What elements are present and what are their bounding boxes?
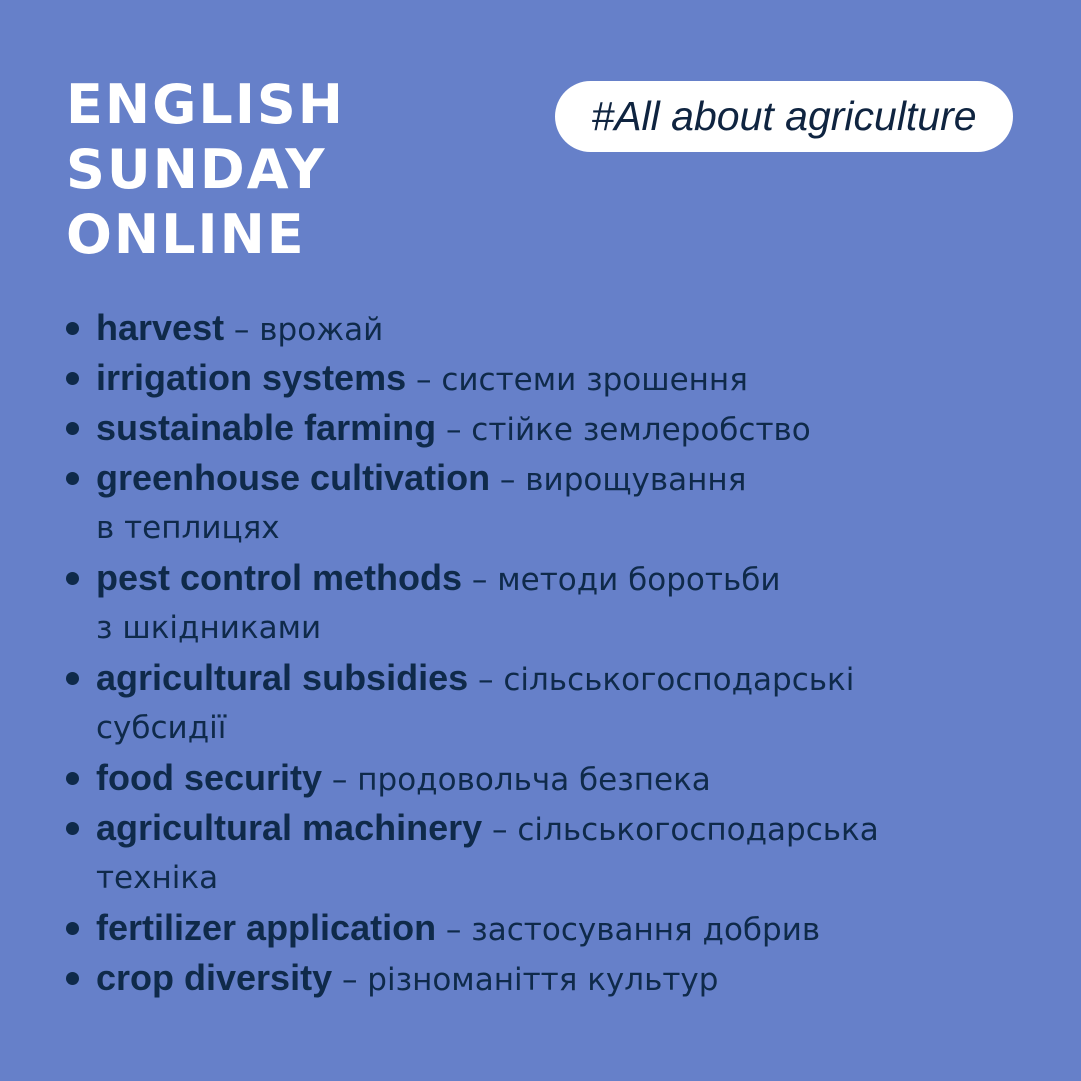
- term-english: irrigation systems: [96, 357, 407, 398]
- term-line: harvest – врожай: [96, 303, 879, 353]
- bullet-icon: [66, 972, 79, 985]
- term-line: pest control methods – методи боротьби: [96, 553, 879, 603]
- term-line: crop diversity – різноманіття культур: [96, 953, 879, 1003]
- term-translation: – продовольча безпека: [322, 762, 711, 798]
- list-item: sustainable farming – стійке землеробств…: [66, 403, 879, 453]
- card-background: English Sunday Online #All about agricul…: [0, 0, 1081, 1081]
- term-translation-continued: в теплицях: [96, 510, 280, 546]
- term-english: agricultural machinery: [96, 807, 483, 848]
- bullet-icon: [66, 572, 79, 585]
- list-item: fertilizer application – застосування до…: [66, 903, 879, 953]
- term-translation-continued: техніка: [96, 860, 219, 896]
- title-line-3: Online: [66, 203, 306, 266]
- bullet-icon: [66, 922, 79, 935]
- bullet-icon: [66, 772, 79, 785]
- list-item: food security – продовольча безпека: [66, 753, 879, 803]
- term-translation: – врожай: [224, 312, 384, 348]
- title-line-2: Sunday: [66, 138, 327, 201]
- bullet-icon: [66, 672, 79, 685]
- bullet-icon: [66, 372, 79, 385]
- term-english: crop diversity: [96, 957, 333, 998]
- term-translation: – сільськогосподарські: [468, 662, 855, 698]
- term-english: agricultural subsidies: [96, 657, 469, 698]
- term-line: agricultural machinery – сільськогоспода…: [96, 803, 879, 853]
- term-translation: – сільськогосподарська: [482, 812, 879, 848]
- term-translation: – стійке землеробство: [436, 412, 811, 448]
- list-item: crop diversity – різноманіття культур: [66, 953, 879, 1003]
- term-translation-continued: субсидії: [96, 710, 227, 746]
- bullet-icon: [66, 422, 79, 435]
- term-line: greenhouse cultivation – вирощування: [96, 453, 879, 503]
- bullet-icon: [66, 322, 79, 335]
- hashtag-badge: #All about agriculture: [555, 81, 1013, 152]
- title-line-1: English: [66, 73, 345, 136]
- term-english: pest control methods: [96, 557, 463, 598]
- term-translation: – вирощування: [490, 462, 747, 498]
- term-line: irrigation systems – системи зрошення: [96, 353, 879, 403]
- list-item: agricultural machinery – сільськогоспода…: [66, 803, 879, 903]
- term-translation: – методи боротьби: [462, 562, 781, 598]
- vocabulary-list: harvest – врожай irrigation systems – си…: [66, 303, 879, 1003]
- term-translation: – різноманіття культур: [332, 962, 719, 998]
- hashtag-text: #All about agriculture: [591, 93, 977, 139]
- term-english: harvest: [96, 307, 225, 348]
- list-item: harvest – врожай: [66, 303, 879, 353]
- list-item: greenhouse cultivation – вирощування в т…: [66, 453, 879, 553]
- term-english: sustainable farming: [96, 407, 437, 448]
- term-translation-continued: з шкідниками: [96, 610, 322, 646]
- term-line: food security – продовольча безпека: [96, 753, 879, 803]
- page-title: English Sunday Online: [66, 72, 345, 267]
- list-item: irrigation systems – системи зрошення: [66, 353, 879, 403]
- term-english: food security: [96, 757, 323, 798]
- term-line: agricultural subsidies – сільськогоспода…: [96, 653, 879, 703]
- bullet-icon: [66, 822, 79, 835]
- term-translation: – системи зрошення: [406, 362, 748, 398]
- term-line: fertilizer application – застосування до…: [96, 903, 879, 953]
- term-translation: – застосування добрив: [436, 912, 821, 948]
- term-line: sustainable farming – стійке землеробств…: [96, 403, 879, 453]
- list-item: agricultural subsidies – сільськогоспода…: [66, 653, 879, 753]
- term-english: greenhouse cultivation: [96, 457, 491, 498]
- bullet-icon: [66, 472, 79, 485]
- list-item: pest control methods – методи боротьби з…: [66, 553, 879, 653]
- term-english: fertilizer application: [96, 907, 437, 948]
